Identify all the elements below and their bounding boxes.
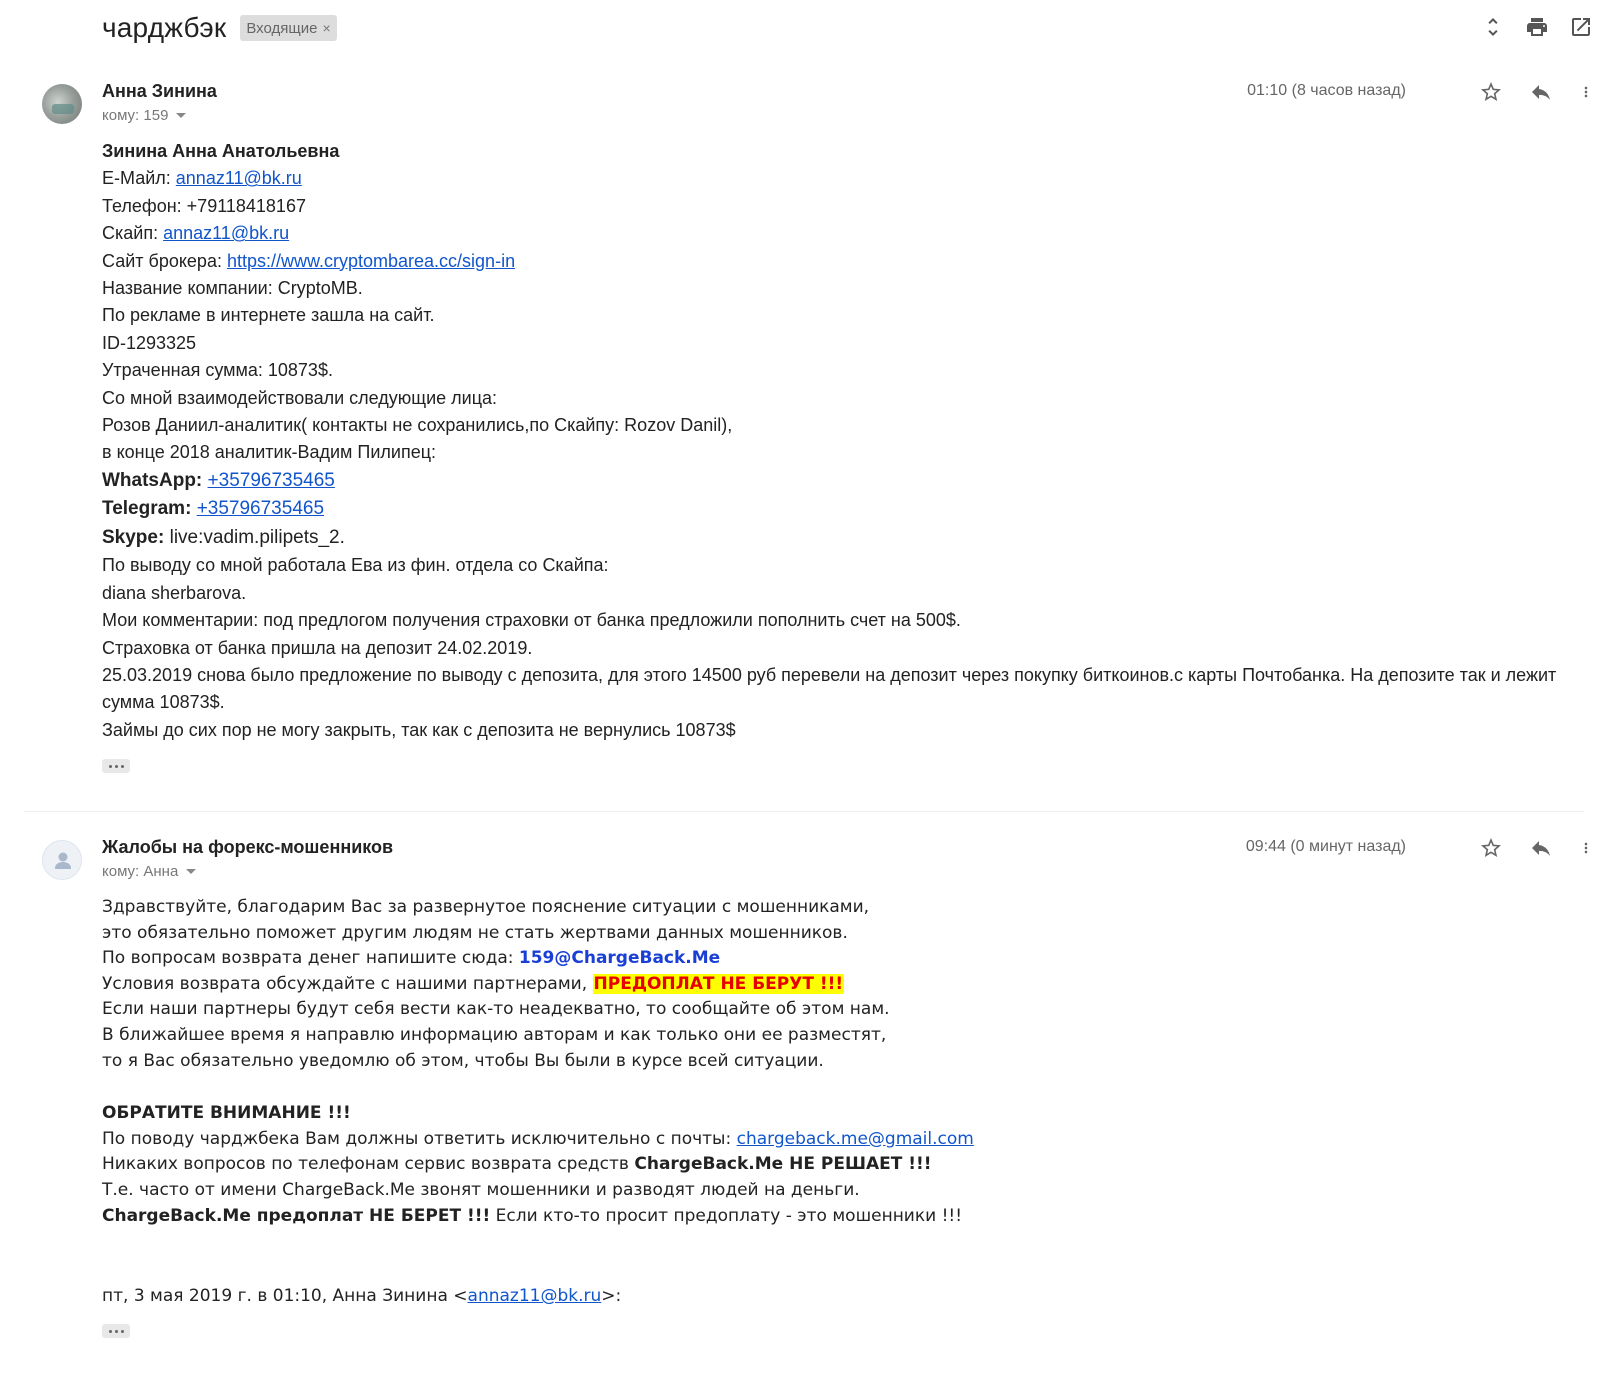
message-actions [1478, 79, 1600, 105]
body-line-name: Зинина Анна Анатольевна [102, 141, 340, 161]
message-time: 01:10 (8 часов назад) [1247, 82, 1406, 99]
body-line-help: это обязательно поможет другим людям не … [102, 922, 848, 943]
no-prepayment-warning: ПРЕДОПЛАТ НЕ БЕРУТ !!! [592, 973, 845, 994]
body-line-company: Название компании: CryptoMB. [102, 278, 363, 299]
label-remove-button[interactable]: × [322, 20, 330, 36]
chevron-down-icon[interactable] [176, 113, 187, 118]
chevron-down-icon[interactable] [186, 869, 197, 874]
body-line-eva: По выводу со мной работала Ева из фин. о… [102, 555, 609, 576]
quoted-email-link[interactable]: annaz11@bk.ru [468, 1286, 602, 1306]
reply-icon[interactable] [1528, 79, 1554, 105]
thread-toolbar [1480, 14, 1600, 40]
body-line-partners: Если наши партнеры будут себя вести как-… [102, 999, 890, 1020]
body-line-phone: Телефон: +79118418167 [102, 195, 306, 216]
body-line-diana: diana sherbarova. [102, 582, 247, 603]
body-line-soon: В ближайшее время я направлю информацию … [102, 1024, 887, 1045]
unfold-icon[interactable] [1480, 14, 1506, 40]
recipient-line[interactable]: кому: Анна [102, 863, 197, 880]
star-icon[interactable] [1478, 835, 1504, 861]
message-divider [24, 811, 1584, 812]
thread-header: чарджбэк Входящие × [102, 10, 337, 46]
broker-link[interactable]: https://www.cryptombarea.cc/sign-in [227, 251, 515, 271]
email-link[interactable]: annaz11@bk.ru [176, 168, 302, 188]
message-body: Здравствуйте, благодарим Вас за разверну… [102, 895, 1582, 1310]
body-line-insurance: Страховка от банка пришла на депозит 24.… [102, 637, 533, 658]
body-line-telegram: Telegram: +35796735465 [102, 498, 325, 520]
skype-link[interactable]: annaz11@bk.ru [163, 223, 289, 243]
reply-icon[interactable] [1528, 835, 1554, 861]
body-line-notify: то я Вас обязательно уведомлю об этом, ч… [102, 1050, 824, 1071]
body-line-whatsapp: WhatsApp: +35796735465 [102, 469, 335, 491]
body-line-skype: Скайп: annaz11@bk.ru [102, 223, 290, 244]
body-line-questions: По вопросам возврата денег напишите сюда… [102, 948, 721, 969]
label-chip-inbox[interactable]: Входящие × [240, 15, 337, 41]
thread-subject: чарджбэк [102, 12, 227, 43]
sender-name[interactable]: Жалобы на форекс-мошенников [102, 837, 393, 858]
body-line-vadim: в конце 2018 аналитик-Вадим Пилипец: [102, 442, 437, 463]
body-line-persons: Со мной взаимодействовали следующие лица… [102, 387, 498, 408]
quoted-header: пт, 3 мая 2019 г. в 01:10, Анна Зинина <… [102, 1286, 622, 1307]
recipient-text: кому: Анна [102, 863, 179, 880]
open-in-new-window-icon[interactable] [1568, 14, 1594, 40]
body-line-chargeback: По поводу чарджбека Вам должны ответить … [102, 1128, 974, 1149]
star-icon[interactable] [1478, 79, 1504, 105]
body-line-conditions: Условия возврата обсуждайте с нашими пар… [102, 973, 845, 994]
recipient-line[interactable]: кому: 159 [102, 107, 187, 124]
body-line-greeting: Здравствуйте, благодарим Вас за разверну… [102, 897, 870, 917]
body-line-lost: Утраченная сумма: 10873$. [102, 360, 333, 381]
label-chip-text: Входящие [246, 19, 318, 37]
body-line-scam: Т.е. часто от имени ChargeBack.Me звонят… [102, 1179, 860, 1200]
message-actions [1478, 835, 1600, 861]
print-icon[interactable] [1524, 14, 1550, 40]
recipient-text: кому: 159 [102, 107, 169, 124]
avatar[interactable] [42, 84, 82, 124]
avatar[interactable] [42, 840, 82, 880]
chargeback-contact-email[interactable]: 159@ChargeBack.Me [519, 948, 720, 968]
body-line-loans: Займы до сих пор не могу закрыть, так ка… [102, 719, 736, 740]
more-vert-icon[interactable] [1578, 835, 1594, 861]
body-line-comments: Мои комментарии: под предлогом получения… [102, 610, 961, 631]
body-line-skype2: Skype: live:vadim.pilipets_2. [102, 526, 345, 548]
message-body: Зинина Анна Анатольевна Е-Майл: annaz11@… [102, 138, 1582, 744]
body-line-ad: По рекламе в интернете зашла на сайт. [102, 305, 435, 326]
body-line-attention: ОБРАТИТЕ ВНИМАНИЕ !!! [102, 1103, 351, 1124]
show-trimmed-content-button[interactable] [102, 1324, 130, 1338]
body-line-broker: Сайт брокера: https://www.cryptombarea.c… [102, 250, 516, 271]
sender-name[interactable]: Анна Зинина [102, 81, 217, 102]
body-line-email: Е-Майл: annaz11@bk.ru [102, 168, 302, 189]
chargeback-email-link[interactable]: chargeback.me@gmail.com [737, 1129, 974, 1149]
body-line-withdraw: 25.03.2019 снова было предложение по выв… [102, 665, 1557, 713]
body-line-rozov: Розов Даниил-аналитик( контакты не сохра… [102, 415, 733, 436]
more-vert-icon[interactable] [1578, 79, 1594, 105]
body-line-phones: Никаких вопросов по телефонам сервис воз… [102, 1154, 932, 1175]
body-line-prepay: ChargeBack.Me предоплат НЕ БЕРЕТ !!! Есл… [102, 1205, 963, 1226]
show-trimmed-content-button[interactable] [102, 759, 130, 773]
telegram-link[interactable]: +35796735465 [197, 498, 324, 519]
message-time: 09:44 (0 минут назад) [1245, 838, 1406, 855]
whatsapp-link[interactable]: +35796735465 [208, 470, 335, 491]
body-line-id: ID-1293325 [102, 332, 197, 353]
person-icon [55, 852, 71, 869]
